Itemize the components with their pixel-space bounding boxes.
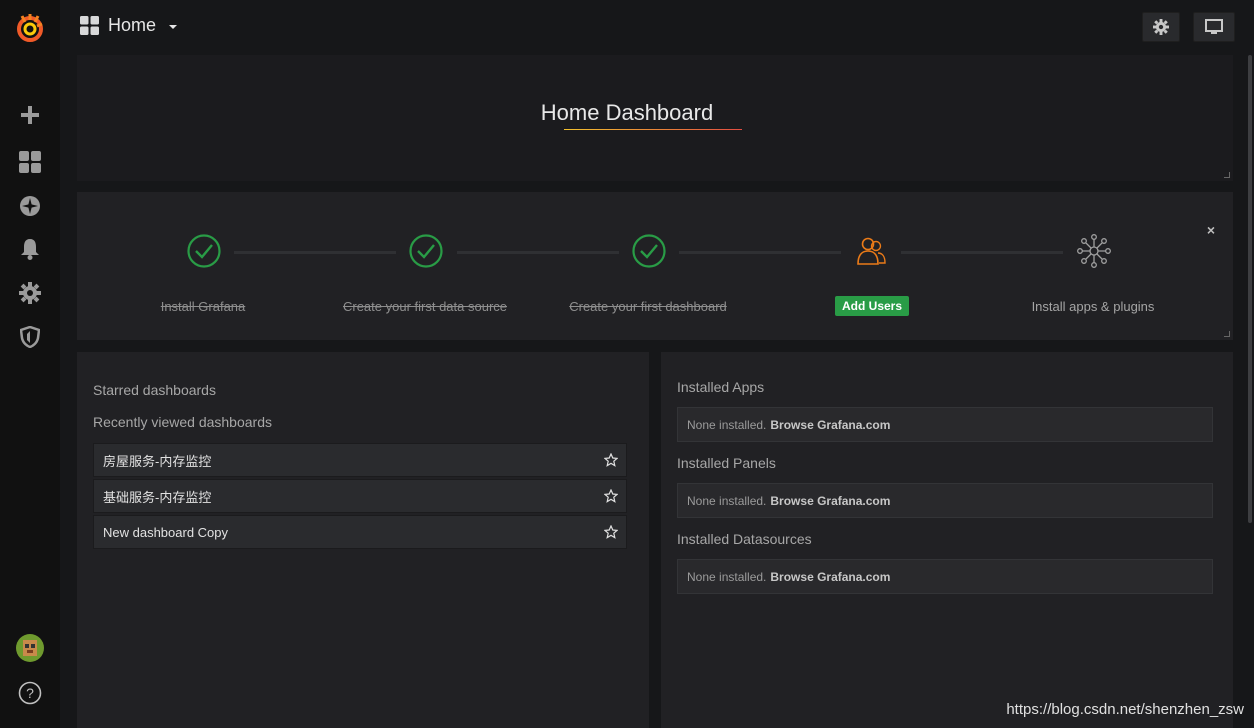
star-icon[interactable] [604,489,618,503]
step-label: Install apps & plugins [1031,299,1155,314]
star-icon[interactable] [604,453,618,467]
add-users-button[interactable]: Add Users [835,296,910,316]
dashboard-picker-label: Home [108,15,157,35]
help-question-icon[interactable]: ? [0,673,60,713]
check-circle-icon [632,234,666,268]
getting-started-panel: Install Grafana Create your first data s… [77,192,1233,340]
title-underline [564,129,742,130]
dashboard-link[interactable]: 房屋服务-内存监控 [103,451,211,470]
list-item[interactable]: New dashboard Copy [93,515,627,549]
grafana-logo-icon[interactable] [0,8,60,48]
monitor-icon [1205,19,1223,34]
installed-apps-heading: Installed Apps [677,379,765,395]
plugins-icon [1077,234,1111,268]
plugin-list-panel: Installed Apps None installed. Browse Gr… [661,352,1233,728]
dashboard-link[interactable]: 基础服务-内存监控 [103,487,211,506]
step-connector [457,251,619,254]
empty-text: None installed. [687,569,767,584]
scrollbar-thumb[interactable] [1248,55,1252,523]
empty-text: None installed. [687,493,767,508]
settings-button[interactable] [1142,12,1180,42]
panel-resize-handle[interactable] [1224,331,1230,337]
dashboards-grid-icon[interactable] [0,142,60,182]
browse-grafana-link[interactable]: Browse Grafana.com [770,494,890,508]
panel-resize-handle[interactable] [1224,172,1230,178]
step-label: Create your first dashboard [569,299,727,314]
star-icon[interactable] [604,525,618,539]
svg-text:?: ? [26,685,34,701]
step-connector [901,251,1063,254]
recent-dashboards-heading: Recently viewed dashboards [93,414,272,430]
installed-panels-box: None installed. Browse Grafana.com [677,483,1213,518]
empty-text: None installed. [687,417,767,432]
gear-icon [1153,19,1169,35]
browse-grafana-link[interactable]: Browse Grafana.com [770,570,890,584]
step-connector [679,251,841,254]
installed-apps-box: None installed. Browse Grafana.com [677,407,1213,442]
close-icon[interactable]: × [1207,222,1215,238]
installed-datasources-box: None installed. Browse Grafana.com [677,559,1213,594]
compass-explore-icon[interactable] [0,186,60,226]
dashboard-picker[interactable]: Home [80,15,178,36]
check-circle-icon [187,234,221,268]
gear-configuration-icon[interactable] [0,273,60,313]
tv-mode-button[interactable] [1193,12,1235,42]
list-item[interactable]: 房屋服务-内存监控 [93,443,627,477]
step-label: Create your first data source [342,299,508,314]
user-avatar-icon[interactable] [0,628,60,668]
step-label: Install Grafana [160,299,246,314]
check-circle-icon [409,234,443,268]
starred-dashboards-heading: Starred dashboards [93,382,216,398]
shield-admin-icon[interactable] [0,317,60,357]
installed-datasources-heading: Installed Datasources [677,531,812,547]
bell-alerting-icon[interactable] [0,229,60,269]
page-title: Home Dashboard [540,100,714,125]
browse-grafana-link[interactable]: Browse Grafana.com [770,418,890,432]
users-icon [857,237,886,265]
top-navbar: Home [60,0,1254,55]
caret-down-icon [169,25,178,29]
dashboard-link[interactable]: New dashboard Copy [103,525,228,540]
dashboard-list-panel: Starred dashboards Recently viewed dashb… [77,352,649,728]
step-connector [234,251,396,254]
list-item[interactable]: 基础服务-内存监控 [93,479,627,513]
dashboards-grid-icon [80,16,99,35]
watermark: https://blog.csdn.net/shenzhen_zsw [1006,701,1244,718]
page-scrollbar[interactable] [1246,55,1254,523]
installed-panels-heading: Installed Panels [677,455,776,471]
